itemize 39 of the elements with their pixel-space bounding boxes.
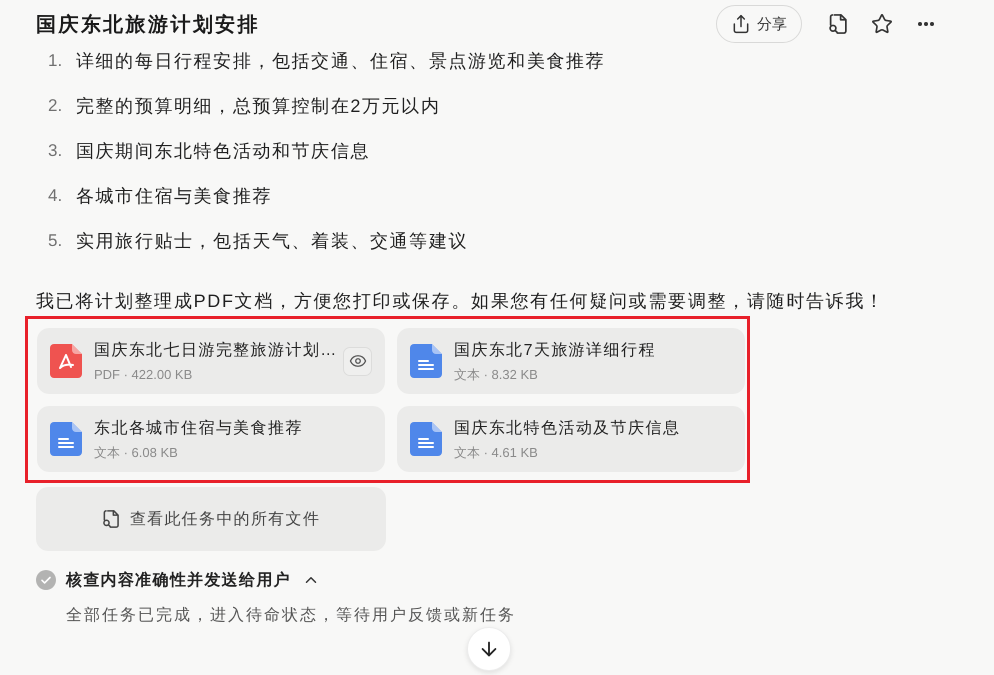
file-card[interactable]: 东北各城市住宿与美食推荐 文本 · 6.08 KB: [37, 406, 385, 472]
list-item-text: 各城市住宿与美食推荐: [76, 185, 272, 208]
document-icon: [50, 422, 82, 456]
list-item-text: 完整的预算明细，总预算控制在2万元以内: [76, 95, 440, 118]
list-item-text: 实用旅行贴士，包括天气、着装、交通等建议: [76, 230, 468, 253]
file-name: 国庆东北7天旅游详细行程: [454, 340, 657, 361]
file-meta: PDF · 422.00 KB: [94, 366, 194, 384]
file-name: 国庆东北特色活动及节庆信息: [454, 418, 682, 439]
message-text: 我已将计划整理成PDF文档，方便您打印或保存。如果您有任何疑问或需要调整，请随时告诉我！: [36, 290, 886, 313]
pdf-file-icon: [50, 344, 82, 378]
more-icon: [918, 22, 934, 26]
task-title: 核查内容准确性并发送给用户: [66, 570, 291, 590]
file-card[interactable]: 国庆东北特色活动及节庆信息 文本 · 4.61 KB: [397, 406, 745, 472]
list-number: 1.: [48, 51, 64, 71]
file-card[interactable]: 国庆东北7天旅游详细行程 文本 · 8.32 KB: [397, 328, 745, 394]
eye-icon: [348, 352, 366, 370]
file-search-icon: [828, 14, 848, 34]
scroll-down-button[interactable]: [467, 627, 511, 671]
file-meta: 文本 · 8.32 KB: [454, 366, 539, 384]
document-icon: [410, 422, 442, 456]
file-card[interactable]: 国庆东北七日游完整旅游计划… PDF · 422.00 KB: [37, 328, 385, 394]
document-icon: [410, 344, 442, 378]
view-all-files-button[interactable]: 查看此任务中的所有文件: [36, 487, 386, 551]
share-button[interactable]: 分享: [716, 5, 802, 43]
list-number: 3.: [48, 141, 64, 161]
file-meta: 文本 · 4.61 KB: [454, 444, 539, 462]
preview-button[interactable]: [343, 346, 372, 376]
page-title: 国庆东北旅游计划安排: [36, 12, 260, 38]
file-search-icon: [102, 510, 120, 528]
file-meta: 文本 · 6.08 KB: [94, 444, 179, 462]
star-icon: [871, 13, 893, 35]
share-icon: [731, 14, 751, 34]
list-item-text: 国庆期间东北特色活动和节庆信息: [76, 140, 370, 163]
list-number: 5.: [48, 231, 64, 251]
list-item-text: 详细的每日行程安排，包括交通、住宿、景点游览和美食推荐: [76, 50, 606, 73]
list-number: 4.: [48, 186, 64, 206]
list-number: 2.: [48, 96, 64, 116]
task-detail: 全部任务已完成，进入待命状态，等待用户反馈或新任务: [66, 606, 517, 626]
file-name: 东北各城市住宿与美食推荐: [94, 418, 304, 439]
